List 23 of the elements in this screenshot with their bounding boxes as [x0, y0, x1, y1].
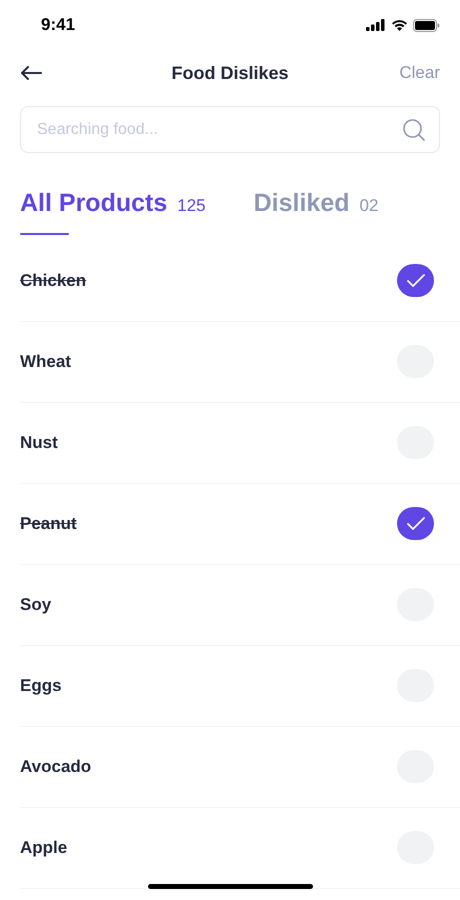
- check-icon: [406, 274, 424, 287]
- battery-icon: [413, 18, 440, 32]
- check-icon: [406, 517, 424, 530]
- tab[interactable]: All Products 125: [20, 185, 206, 234]
- food-name: Wheat: [20, 350, 71, 373]
- search-icon: [402, 118, 426, 142]
- wifi-icon: [391, 19, 408, 31]
- food-name: Avocado: [20, 756, 92, 778]
- status-time: 9:41: [41, 14, 76, 36]
- screen-title: Food Dislikes: [171, 62, 289, 84]
- signal-icon: [366, 19, 386, 31]
- clear-button[interactable]: Clear: [399, 60, 440, 86]
- back-icon: [20, 66, 42, 80]
- food-name: Apple: [20, 836, 68, 859]
- search-field[interactable]: Searching food...: [20, 106, 440, 153]
- food-name: Peanut: [20, 512, 77, 535]
- tab[interactable]: Disliked 02: [254, 185, 378, 234]
- food-name: Nust: [20, 432, 58, 454]
- checkbox[interactable]: [397, 507, 434, 540]
- food-name: Chicken: [20, 270, 86, 292]
- food-name: Soy: [20, 594, 52, 616]
- food-name: Eggs: [20, 674, 62, 697]
- checkbox[interactable]: [397, 264, 434, 297]
